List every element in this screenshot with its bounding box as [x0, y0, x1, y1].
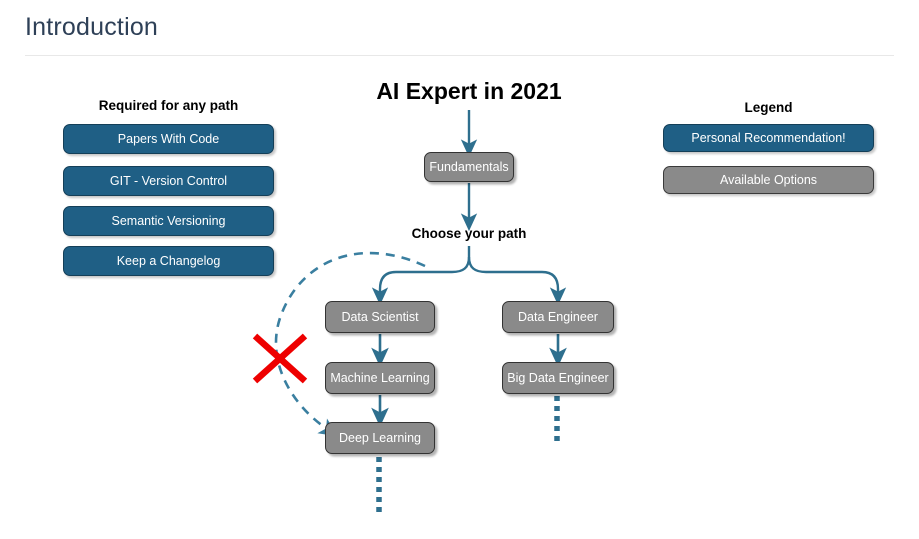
- branch-label-choose-your-path: Choose your path: [411, 226, 527, 241]
- diagram-title: AI Expert in 2021: [376, 78, 562, 104]
- connector-split-right: [467, 256, 567, 306]
- red-x-icon: [252, 333, 308, 384]
- connector-split-left: [371, 256, 471, 306]
- node-data-engineer[interactable]: Data Engineer: [502, 301, 614, 333]
- node-deep-learning[interactable]: Deep Learning: [325, 422, 435, 454]
- legend-heading: Legend: [744, 100, 793, 115]
- node-big-data-engineer[interactable]: Big Data Engineer: [502, 362, 614, 394]
- required-section-heading: Required for any path: [98, 98, 239, 113]
- required-item-semantic-versioning[interactable]: Semantic Versioning: [63, 206, 274, 236]
- node-machine-learning[interactable]: Machine Learning: [325, 362, 435, 394]
- node-data-scientist[interactable]: Data Scientist: [325, 301, 435, 333]
- legend-item-personal-recommendation: Personal Recommendation!: [663, 124, 874, 152]
- required-item-keep-a-changelog[interactable]: Keep a Changelog: [63, 246, 274, 276]
- required-item-papers-with-code[interactable]: Papers With Code: [63, 124, 274, 154]
- node-fundamentals[interactable]: Fundamentals: [424, 152, 514, 182]
- required-item-git-version-control[interactable]: GIT - Version Control: [63, 166, 274, 196]
- legend-item-available-options: Available Options: [663, 166, 874, 194]
